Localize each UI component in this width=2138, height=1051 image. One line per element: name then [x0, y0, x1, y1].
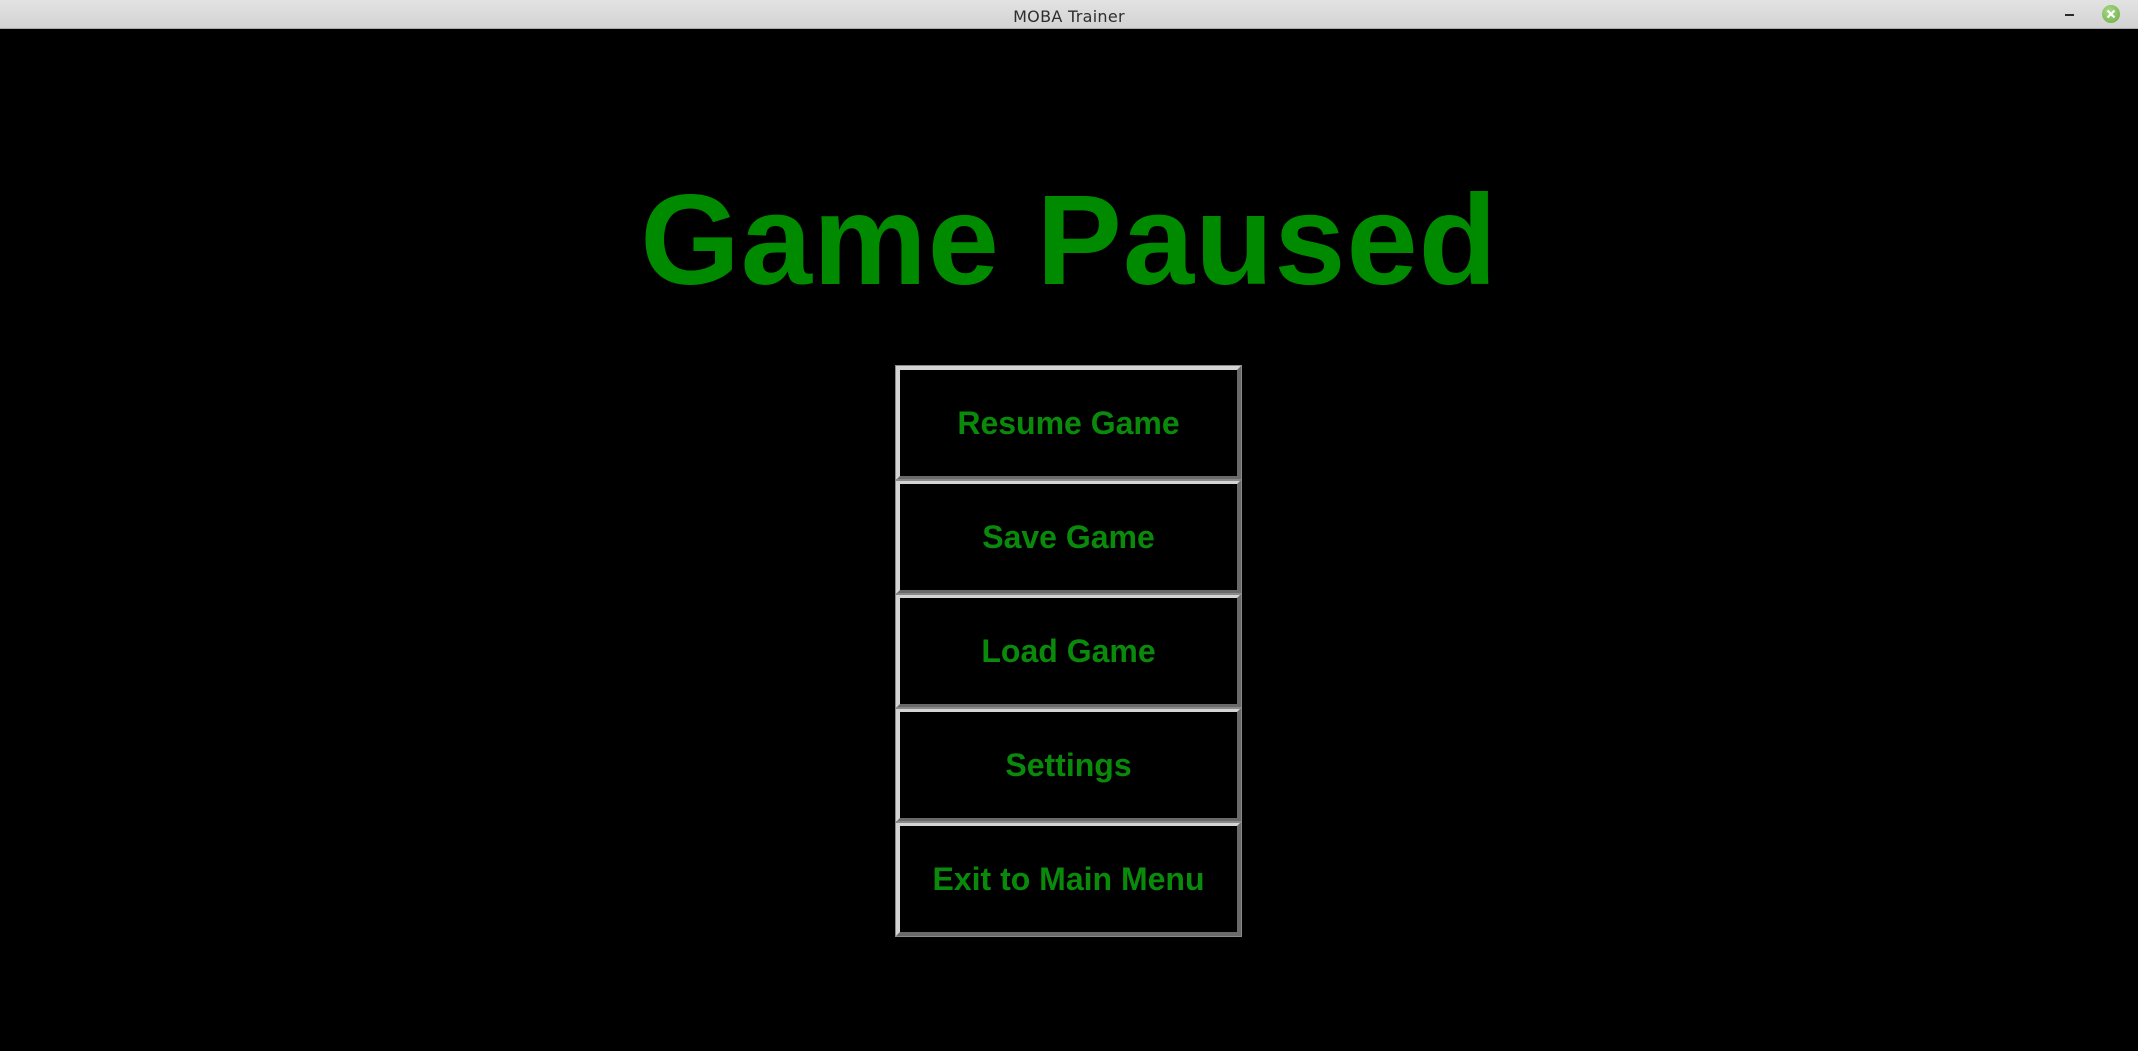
- app-window: MOBA Trainer Game Paused Resume Game Sav…: [0, 0, 2138, 1051]
- pause-menu: Resume Game Save Game Load Game Settings…: [895, 365, 1242, 937]
- window-title: MOBA Trainer: [1013, 7, 1125, 26]
- close-icon[interactable]: [2102, 5, 2120, 23]
- settings-button[interactable]: Settings: [895, 707, 1242, 823]
- exit-to-main-menu-button[interactable]: Exit to Main Menu: [895, 821, 1242, 937]
- save-game-button[interactable]: Save Game: [895, 479, 1242, 595]
- minimize-icon[interactable]: [2058, 6, 2080, 22]
- load-game-button[interactable]: Load Game: [895, 593, 1242, 709]
- window-titlebar[interactable]: MOBA Trainer: [0, 0, 2138, 29]
- pause-heading: Game Paused: [640, 169, 1498, 312]
- resume-game-button[interactable]: Resume Game: [895, 365, 1242, 481]
- close-x-icon: [2106, 9, 2116, 19]
